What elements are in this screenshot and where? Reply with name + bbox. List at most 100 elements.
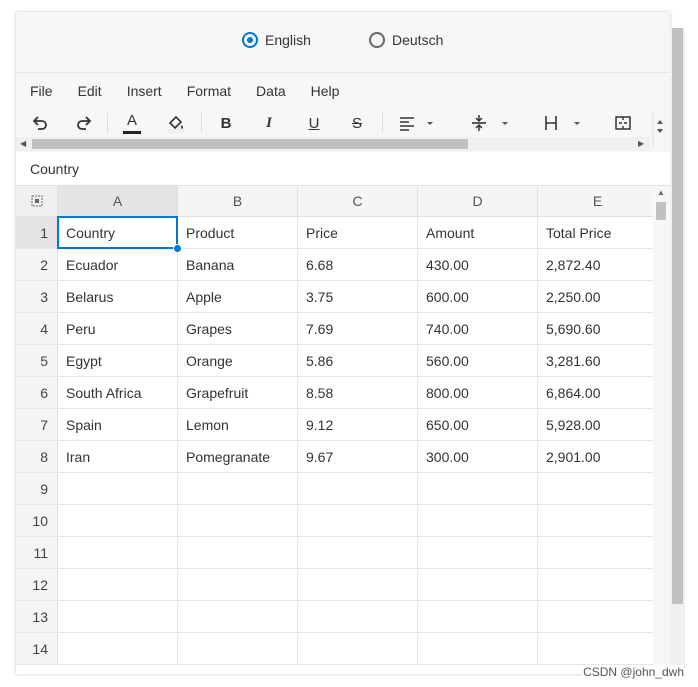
menu-file[interactable]: File [16, 80, 64, 102]
toolbar-scroll-thumb[interactable] [32, 139, 468, 149]
bold-icon[interactable]: B [214, 111, 238, 135]
merge-cells-icon[interactable] [611, 111, 635, 135]
menu-edit[interactable]: Edit [64, 80, 113, 102]
cell-d5[interactable]: 560.00 [418, 345, 538, 377]
row-header[interactable]: 12 [16, 569, 58, 601]
cell-e11[interactable] [538, 537, 653, 569]
cell-d12[interactable] [418, 569, 538, 601]
cell-c8[interactable]: 9.67 [298, 441, 418, 473]
row-header[interactable]: 14 [16, 633, 58, 665]
cell-d14[interactable] [418, 633, 538, 665]
row-header[interactable]: 13 [16, 601, 58, 633]
cell-e5[interactable]: 3,281.60 [538, 345, 653, 377]
formula-bar[interactable]: Country [16, 153, 670, 186]
select-all-corner[interactable] [16, 186, 58, 217]
sheet-vertical-scrollbar[interactable]: ▲ [653, 186, 670, 674]
page-vertical-scrollbar[interactable] [670, 28, 685, 668]
cell-b3[interactable]: Apple [178, 281, 298, 313]
cell-b9[interactable] [178, 473, 298, 505]
cell-b7[interactable]: Lemon [178, 409, 298, 441]
cell-a6[interactable]: South Africa [58, 377, 178, 409]
cell-a13[interactable] [58, 601, 178, 633]
cell-d10[interactable] [418, 505, 538, 537]
row-header[interactable]: 11 [16, 537, 58, 569]
cell-d6[interactable]: 800.00 [418, 377, 538, 409]
cell-e2[interactable]: 2,872.40 [538, 249, 653, 281]
scroll-left-icon[interactable]: ◀ [20, 139, 26, 148]
redo-icon[interactable] [72, 111, 96, 135]
cell-d1[interactable]: Amount [418, 217, 538, 249]
cell-b1[interactable]: Product [178, 217, 298, 249]
align-left-icon[interactable] [395, 111, 419, 135]
menu-format[interactable]: Format [173, 80, 242, 102]
row-header[interactable]: 10 [16, 505, 58, 537]
align-vertical-icon[interactable] [467, 111, 491, 135]
strikethrough-icon[interactable]: S [345, 111, 369, 135]
scroll-right-icon[interactable]: ▶ [638, 139, 644, 148]
horizontal-borders-icon[interactable] [539, 111, 563, 135]
cell-e10[interactable] [538, 505, 653, 537]
cell-e1[interactable]: Total Price [538, 217, 653, 249]
cell-b2[interactable]: Banana [178, 249, 298, 281]
row-header[interactable]: 7 [16, 409, 58, 441]
underline-icon[interactable]: U [302, 111, 326, 135]
row-header[interactable]: 9 [16, 473, 58, 505]
cell-a12[interactable] [58, 569, 178, 601]
column-header-a[interactable]: A [58, 186, 178, 217]
scroll-up-icon[interactable]: ▲ [657, 188, 665, 197]
cell-a4[interactable]: Peru [58, 313, 178, 345]
menu-insert[interactable]: Insert [113, 80, 173, 102]
cell-e14[interactable] [538, 633, 653, 665]
cell-c10[interactable] [298, 505, 418, 537]
cell-d2[interactable]: 430.00 [418, 249, 538, 281]
cell-d7[interactable]: 650.00 [418, 409, 538, 441]
cell-c6[interactable]: 8.58 [298, 377, 418, 409]
cell-e9[interactable] [538, 473, 653, 505]
sheet-grid[interactable]: A B C D E 1 Country Product Price Amount Total Pri… [16, 186, 653, 674]
cell-b11[interactable] [178, 537, 298, 569]
column-header-e[interactable]: E [538, 186, 653, 217]
cell-c12[interactable] [298, 569, 418, 601]
menu-help[interactable]: Help [297, 80, 351, 102]
cell-c13[interactable] [298, 601, 418, 633]
cell-d13[interactable] [418, 601, 538, 633]
cell-d9[interactable] [418, 473, 538, 505]
menu-data[interactable]: Data [242, 80, 297, 102]
cell-e13[interactable] [538, 601, 653, 633]
cell-b4[interactable]: Grapes [178, 313, 298, 345]
font-color-icon[interactable]: A [120, 111, 144, 135]
radio-english-circle[interactable] [242, 32, 258, 48]
cell-e7[interactable]: 5,928.00 [538, 409, 653, 441]
row-header[interactable]: 5 [16, 345, 58, 377]
cell-e8[interactable]: 2,901.00 [538, 441, 653, 473]
sheet-scroll-thumb[interactable] [656, 202, 666, 220]
cell-c14[interactable] [298, 633, 418, 665]
cell-a8[interactable]: Iran [58, 441, 178, 473]
cell-c4[interactable]: 7.69 [298, 313, 418, 345]
radio-english[interactable]: English [242, 32, 311, 48]
cell-d4[interactable]: 740.00 [418, 313, 538, 345]
cell-b12[interactable] [178, 569, 298, 601]
cell-c5[interactable]: 5.86 [298, 345, 418, 377]
cell-e3[interactable]: 2,250.00 [538, 281, 653, 313]
cell-b8[interactable]: Pomegranate [178, 441, 298, 473]
column-header-c[interactable]: C [298, 186, 418, 217]
fill-handle[interactable] [173, 244, 182, 253]
cell-a7[interactable]: Spain [58, 409, 178, 441]
page-scroll-thumb[interactable] [672, 28, 683, 604]
cell-d8[interactable]: 300.00 [418, 441, 538, 473]
cell-a14[interactable] [58, 633, 178, 665]
row-header[interactable]: 6 [16, 377, 58, 409]
undo-icon[interactable] [28, 111, 52, 135]
cell-e4[interactable]: 5,690.60 [538, 313, 653, 345]
cell-b10[interactable] [178, 505, 298, 537]
cell-a1[interactable]: Country [58, 217, 178, 249]
cell-a9[interactable] [58, 473, 178, 505]
radio-deutsch[interactable]: Deutsch [369, 32, 443, 48]
column-header-d[interactable]: D [418, 186, 538, 217]
radio-deutsch-circle[interactable] [369, 32, 385, 48]
cell-c11[interactable] [298, 537, 418, 569]
row-header[interactable]: 8 [16, 441, 58, 473]
cell-c1[interactable]: Price [298, 217, 418, 249]
row-header[interactable]: 2 [16, 249, 58, 281]
